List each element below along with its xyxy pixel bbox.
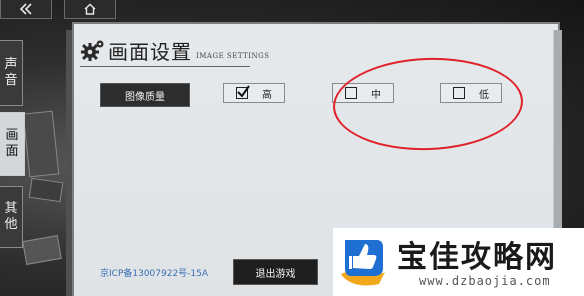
thumbs-up-logo-icon bbox=[341, 240, 385, 286]
watermark: 宝佳攻略网 www.dzbaojia.com bbox=[333, 228, 584, 296]
exit-game-button[interactable]: 退出游戏 bbox=[233, 259, 318, 285]
tab-other-char-2: 他 bbox=[4, 217, 18, 232]
panel-header: 画面设置 IMAGE SETTINGS bbox=[80, 34, 270, 64]
tab-display-char-1: 画 bbox=[5, 128, 19, 143]
checkmark-icon bbox=[237, 85, 250, 98]
page-subtitle: IMAGE SETTINGS bbox=[196, 52, 270, 60]
top-bar bbox=[0, 0, 584, 22]
tab-other[interactable]: 其 他 bbox=[0, 186, 23, 248]
tab-sound-char-2: 音 bbox=[4, 73, 18, 88]
icp-license-text: 京ICP备13007922号-15A bbox=[100, 269, 209, 279]
tab-display-char-2: 面 bbox=[5, 144, 19, 159]
home-button[interactable] bbox=[64, 0, 116, 19]
header-divider bbox=[80, 66, 250, 67]
checkbox-high[interactable] bbox=[236, 85, 250, 99]
page-title: 画面设置 bbox=[108, 40, 192, 64]
tab-other-char-1: 其 bbox=[4, 201, 18, 216]
watermark-url: www.dzbaojia.com bbox=[419, 274, 551, 288]
image-quality-label: 图像质量 bbox=[100, 83, 190, 107]
back-double-chevron-icon bbox=[19, 3, 32, 15]
tab-sound[interactable]: 声 音 bbox=[0, 40, 23, 106]
tab-display[interactable]: 画 面 bbox=[0, 112, 25, 176]
quality-option-high[interactable]: 高 bbox=[223, 83, 285, 103]
quality-option-high-label: 高 bbox=[262, 89, 272, 101]
home-icon bbox=[84, 3, 96, 15]
watermark-title: 宝佳攻略网 bbox=[397, 240, 557, 275]
tab-sound-char-1: 声 bbox=[4, 57, 18, 72]
gear-icon bbox=[81, 40, 104, 61]
backdrop-photo bbox=[28, 177, 64, 203]
back-button[interactable] bbox=[0, 0, 52, 19]
